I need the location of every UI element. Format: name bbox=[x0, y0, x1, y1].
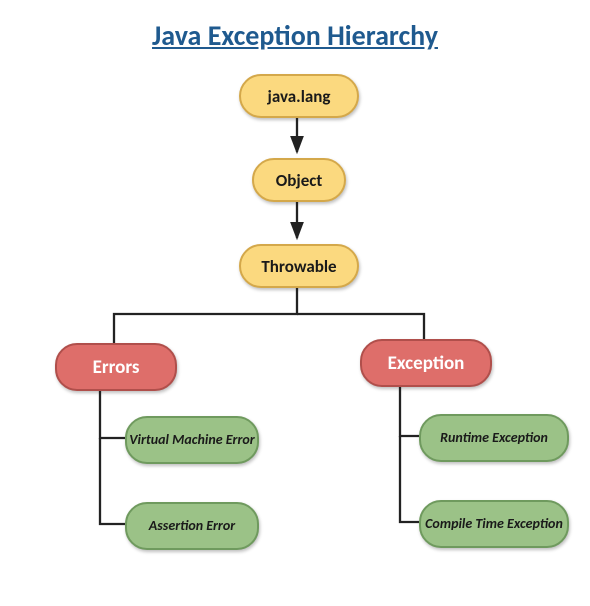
node-throwable: Throwable bbox=[239, 244, 359, 288]
node-assertion-error: Assertion Error bbox=[125, 502, 259, 550]
node-exception: Exception bbox=[360, 339, 492, 387]
node-object: Object bbox=[252, 158, 346, 202]
node-vm-error: Virtual Machine Error bbox=[125, 416, 259, 464]
node-java-lang: java.lang bbox=[239, 74, 359, 118]
diagram-title: Java Exception Hierarchy bbox=[0, 0, 590, 63]
node-compile-time-exception: Compile Time Exception bbox=[419, 500, 569, 548]
node-errors: Errors bbox=[55, 343, 177, 391]
node-runtime-exception: Runtime Exception bbox=[419, 414, 569, 462]
